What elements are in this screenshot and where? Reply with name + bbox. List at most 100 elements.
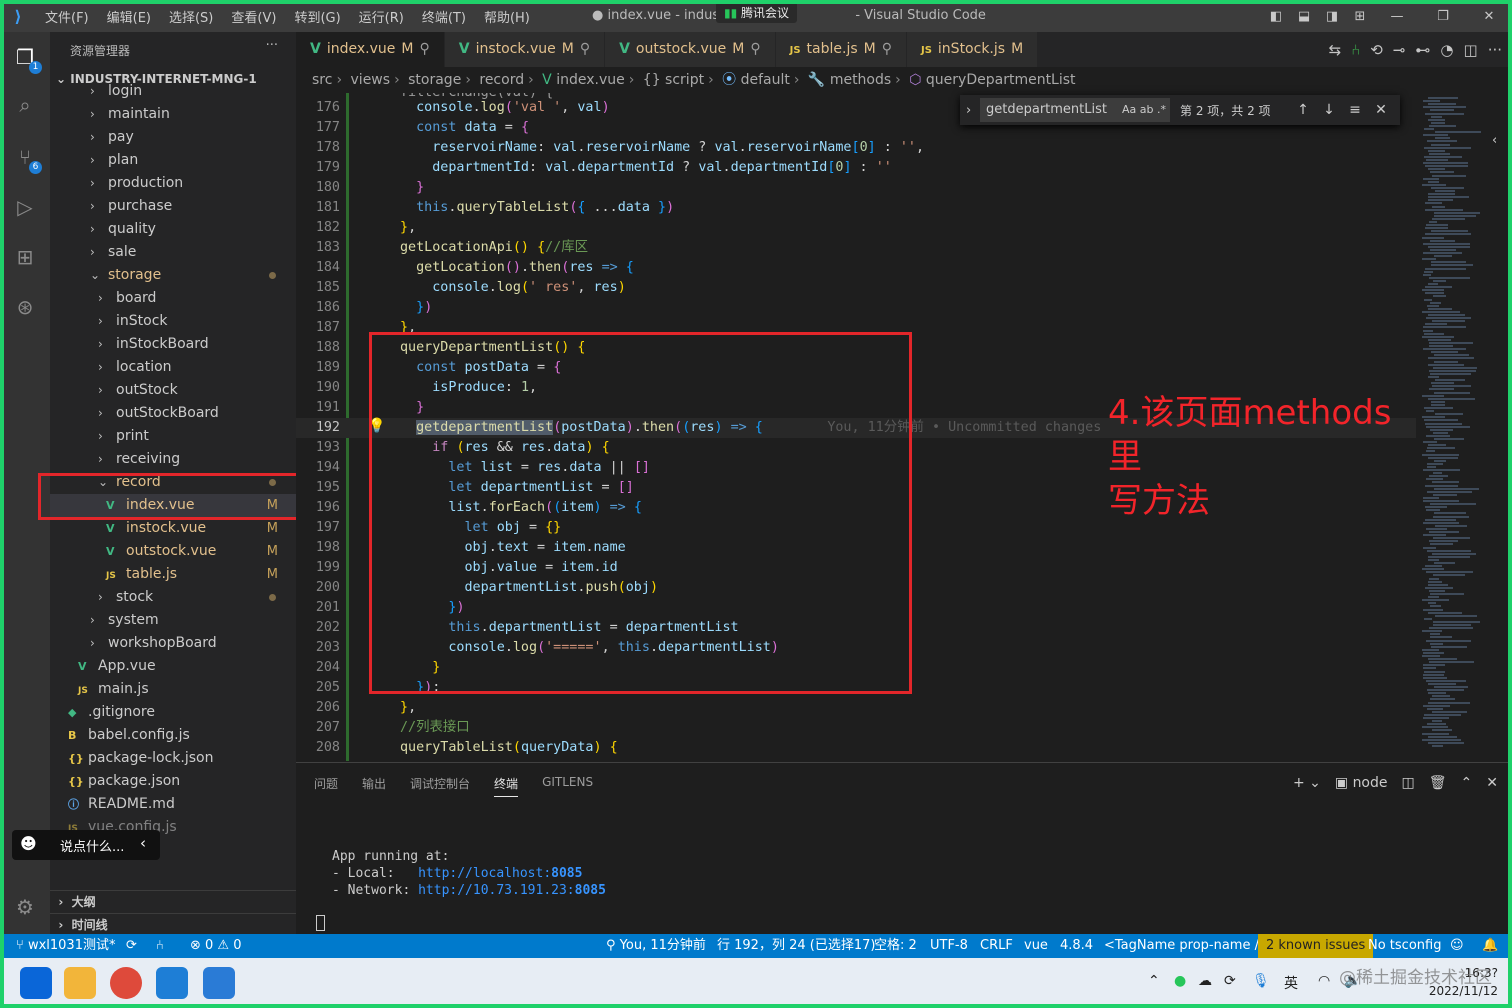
tree-item[interactable]: › outStockBoard [50,402,296,425]
sync-tray-icon[interactable]: ⟳ [1224,973,1236,989]
menu-help[interactable]: 帮助(H) [475,7,539,26]
tab-output[interactable]: 输出 [362,775,386,797]
toggle-replace-icon[interactable]: › [966,103,971,118]
find-in-selection-icon[interactable]: ≡ [1342,102,1368,118]
menu-go[interactable]: 转到(G) [285,7,349,26]
minimap[interactable]: ‹ [1416,93,1512,761]
file-explorer-icon[interactable] [64,967,96,999]
outline-section[interactable]: › 大纲 [50,890,296,912]
mic-tray-icon[interactable]: 🎙 [1252,973,1270,989]
tree-item[interactable]: › inStock [50,310,296,333]
known-issues[interactable]: 2 known issues [1258,934,1374,958]
pin-icon[interactable]: ⚲ [882,41,892,57]
more-actions-icon[interactable]: ··· [266,38,278,53]
start-icon[interactable] [20,967,52,999]
breadcrumb-item[interactable]: {} script [643,72,704,88]
meeting-app-icon[interactable] [203,967,235,999]
git-graph-status-icon[interactable]: ⑃ [156,934,164,958]
menu-selection[interactable]: 选择(S) [160,7,222,26]
compare-changes-icon[interactable]: ⇆ [1329,41,1342,59]
tree-item[interactable]: › login [50,80,296,103]
search-icon[interactable]: ⌕ [10,90,40,120]
customize-layout-icon[interactable]: ⊞ [1346,9,1374,24]
menu-view[interactable]: 查看(V) [222,7,285,26]
wechat-tray-icon[interactable]: ● [1174,973,1186,989]
maximize-panel-icon[interactable]: ⌃ [1461,775,1473,791]
new-terminal-icon[interactable]: + ⌄ [1293,775,1321,791]
breadcrumb-item[interactable]: views [351,72,391,88]
tab-index-vue[interactable]: Vindex.vue M ⚲ [296,32,445,67]
trash-icon[interactable]: 🗑 [1429,775,1447,791]
notifications-icon[interactable]: 🔔 [1482,934,1498,958]
tab-instock-js[interactable]: JS inStock.js M [906,32,1039,67]
extensions-icon[interactable]: ⊞ [10,242,40,272]
gitlens-blame-icon[interactable]: ◔ [1440,41,1453,59]
gitlens-icon[interactable]: ⊛ [10,292,40,322]
blame-status[interactable]: ⚲ You, 11分钟前 [606,934,706,958]
tree-item[interactable]: JS main.js [50,678,296,701]
toggle-sidebar-icon[interactable]: ◧ [1262,9,1290,24]
toggle-panel-icon[interactable]: ⬓ [1290,9,1318,24]
tag-name-format[interactable]: <TagName prop-name /> [1104,934,1270,958]
toggle-secondary-sidebar-icon[interactable]: ◨ [1318,9,1346,24]
line-ending[interactable]: CRLF [980,934,1013,958]
cursor-position[interactable]: 行 192，列 24 (已选择17) [717,934,875,958]
pin-icon[interactable]: ⚲ [419,41,429,57]
problems-status[interactable]: ⊗ 0 ⚠ 0 [190,934,242,958]
pin-icon[interactable]: ⚲ [750,41,760,57]
restore-button[interactable]: ❐ [1420,9,1466,24]
breadcrumb-item[interactable]: methods [830,72,891,88]
tab-table-js[interactable]: JS table.js M ⚲ [775,32,907,67]
chat-input-overlay[interactable]: ☻ 说点什么... ‹ [12,830,160,860]
terminal-shell[interactable]: ▣ node [1335,775,1388,791]
git-graph-icon[interactable]: ⑃ [1351,41,1360,59]
tree-item[interactable]: {} package-lock.json [50,747,296,770]
chrome-icon[interactable] [110,967,142,999]
tree-item[interactable]: › production [50,172,296,195]
tree-item[interactable]: › system [50,609,296,632]
sync-icon[interactable]: ⟳ [126,934,137,958]
menu-file[interactable]: 文件(F) [36,7,98,26]
find-options[interactable]: Aa ab .* [1122,98,1166,122]
tab-instock-vue[interactable]: Vinstock.vue M ⚲ [444,32,606,67]
minimize-button[interactable]: — [1374,9,1420,24]
tree-item[interactable]: › maintain [50,103,296,126]
close-panel-icon[interactable]: ✕ [1486,775,1498,791]
split-terminal-icon[interactable]: ◫ [1402,775,1415,791]
terminal-cursor[interactable] [316,915,325,931]
tray-expand-icon[interactable]: ⌃ [1148,973,1160,989]
close-find-icon[interactable]: ✕ [1368,102,1394,118]
tree-item[interactable]: › outStock [50,379,296,402]
branch-status[interactable]: ⑂ wxl1031测试* [16,934,115,958]
split-editor-icon[interactable]: ◫ [1464,41,1478,59]
tsconfig-status[interactable]: No tsconfig [1368,934,1441,958]
tree-item[interactable]: › sale [50,241,296,264]
menu-run[interactable]: 运行(R) [350,7,413,26]
encoding[interactable]: UTF-8 [930,934,968,958]
vscode-taskbar-icon[interactable] [156,967,188,999]
menu-edit[interactable]: 编辑(E) [98,7,160,26]
ts-version[interactable]: 4.8.4 [1060,934,1093,958]
tab-problems[interactable]: 问题 [314,775,338,797]
tree-item[interactable]: ◆ .gitignore [50,701,296,724]
collapse-icon[interactable]: ‹ [1492,133,1497,148]
tree-item[interactable]: ⓘ README.md [50,793,296,816]
timeline-section[interactable]: › 时间线 [50,913,296,935]
menu-terminal[interactable]: 终端(T) [413,7,475,26]
close-window-button[interactable]: ✕ [1466,9,1512,24]
tree-item[interactable]: Bbabel.config.js [50,724,296,747]
tree-item[interactable]: › receiving [50,448,296,471]
tree-item[interactable]: › workshopBoard [50,632,296,655]
run-debug-icon[interactable]: ▷ [10,192,40,222]
next-revision-icon[interactable]: ⊷ [1415,41,1430,59]
source-control-icon[interactable]: ⑂ 6 [10,142,42,174]
tree-item[interactable]: › inStockBoard [50,333,296,356]
open-changes-icon[interactable]: ⟲ [1370,41,1383,59]
smiley-icon[interactable]: ☻ [20,834,37,853]
tree-item[interactable]: › quality [50,218,296,241]
tree-item[interactable]: ⌄ storage [50,264,296,287]
tree-item[interactable]: V App.vue [50,655,296,678]
breadcrumb-item[interactable]: record [479,72,524,88]
breadcrumb-item[interactable]: src [312,72,332,88]
tree-item[interactable]: Vinstock.vue M [50,517,296,540]
